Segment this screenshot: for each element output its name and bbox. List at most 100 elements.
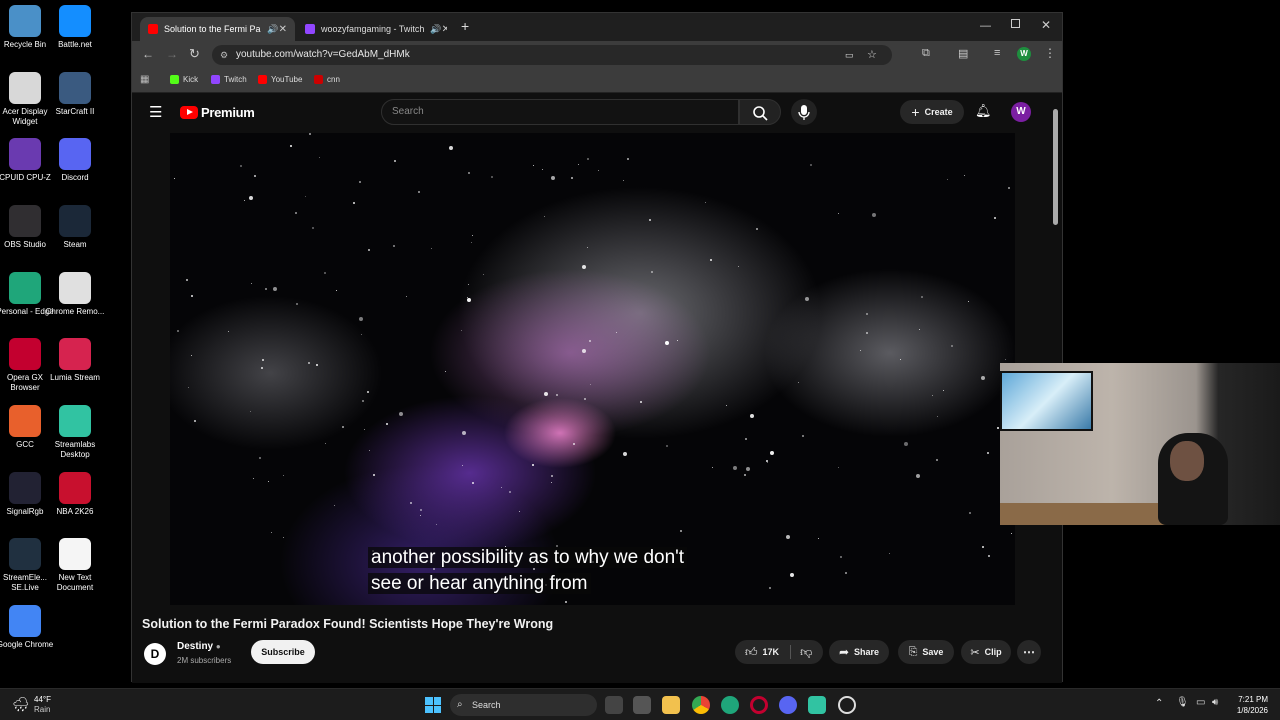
microphone-tray-icon[interactable]: 🎙︎ xyxy=(1176,697,1189,708)
close-tab-icon[interactable]: ✕ xyxy=(442,24,447,35)
streamlabs-taskbar-icon[interactable] xyxy=(808,696,826,714)
desktop-icon-label: Steam xyxy=(63,240,87,249)
desktop-icon[interactable]: Steam xyxy=(45,205,105,250)
maximize-button[interactable] xyxy=(1011,19,1020,28)
bookmark-twitch[interactable]: Twitch xyxy=(211,75,247,84)
webcam-tv xyxy=(1000,371,1093,431)
star xyxy=(1007,187,1010,190)
apps-grid-icon[interactable]: ▦ xyxy=(140,74,149,85)
desktop-icon-label: Google Chrome xyxy=(0,640,54,649)
close-window-button[interactable]: ✕ xyxy=(1041,18,1051,32)
channel-avatar[interactable]: D xyxy=(144,643,166,665)
start-button[interactable] xyxy=(425,697,441,713)
sidebar-icon[interactable]: ▤ xyxy=(958,47,968,60)
star xyxy=(190,354,192,356)
battle-net-icon xyxy=(59,5,91,37)
edge-taskbar-icon[interactable] xyxy=(721,696,739,714)
share-button[interactable]: ➦ Share xyxy=(829,640,889,664)
weather-widget[interactable]: 44°F Rain xyxy=(34,695,51,715)
like-button[interactable]: 👍︎ 17K xyxy=(745,645,779,660)
channel-name[interactable]: Destiny ● xyxy=(177,641,221,652)
star xyxy=(935,459,938,462)
obs-taskbar-icon[interactable] xyxy=(838,696,856,714)
bookmark-kick[interactable]: Kick xyxy=(170,75,198,84)
back-button[interactable]: ← xyxy=(142,47,154,61)
browser-window: Solution to the Fermi Parad 🔊 ✕ woozyfam… xyxy=(131,12,1063,683)
new-tab-button[interactable]: + xyxy=(461,18,469,34)
star xyxy=(532,463,535,466)
close-tab-icon[interactable]: ✕ xyxy=(279,24,287,35)
search-button[interactable] xyxy=(739,99,781,125)
weather-icon[interactable]: 🌧︎ xyxy=(12,696,30,713)
bookmark-youtube[interactable]: YouTube xyxy=(258,75,302,84)
tab-twitch[interactable]: woozyfamgaming - Twitch 🔊 ✕ xyxy=(297,17,447,41)
account-avatar[interactable]: W xyxy=(1011,102,1031,122)
chrome-taskbar-icon[interactable] xyxy=(692,696,710,714)
opera-gx-taskbar-icon[interactable] xyxy=(750,696,768,714)
notifications-bell-icon[interactable]: 🔔︎ xyxy=(975,103,992,119)
star xyxy=(888,552,890,554)
star xyxy=(920,295,923,298)
subscribe-button[interactable]: Subscribe xyxy=(251,640,315,664)
media-icon[interactable]: ≡ xyxy=(994,47,1000,59)
desktop-icon-label: StarCraft II xyxy=(55,107,95,116)
voice-search-button[interactable] xyxy=(791,99,817,125)
extensions-icon[interactable]: ⧉ xyxy=(922,47,930,60)
hamburger-menu-icon[interactable]: ☰ xyxy=(149,103,162,121)
star xyxy=(785,534,790,539)
save-button[interactable]: ⎘ Save xyxy=(898,640,954,664)
star xyxy=(385,423,388,426)
youtube-logo[interactable]: Premium xyxy=(180,105,255,120)
star xyxy=(186,279,189,282)
desktop-icon[interactable]: Chrome Remo... xyxy=(45,272,105,317)
clip-button[interactable]: ✂ Clip xyxy=(961,640,1011,664)
cast-icon[interactable]: ▭ xyxy=(845,45,854,65)
volume-icon[interactable]: 🔊︎ xyxy=(1212,697,1218,708)
bookmarks-bar: ▦ Kick Twitch YouTube cnn xyxy=(132,69,1062,93)
star xyxy=(755,228,758,231)
dislike-button[interactable]: 👎︎ xyxy=(800,645,812,660)
star xyxy=(305,196,307,198)
tray-overflow-icon[interactable]: ⌃ xyxy=(1155,698,1163,709)
star xyxy=(444,371,446,373)
desktop-icon[interactable]: Google Chrome xyxy=(0,605,55,650)
reload-button[interactable]: ↻ xyxy=(189,46,200,62)
more-actions-button[interactable]: ⋯ xyxy=(1017,640,1041,664)
network-icon[interactable]: ▭ xyxy=(1196,697,1205,708)
desktop-icon[interactable]: NBA 2K26 xyxy=(45,472,105,517)
star xyxy=(325,443,327,445)
star xyxy=(500,487,502,489)
site-info-icon[interactable]: ⚙ xyxy=(220,45,228,65)
file-explorer-icon[interactable] xyxy=(662,696,680,714)
search-input[interactable]: Search xyxy=(381,99,739,125)
star xyxy=(622,452,627,457)
star xyxy=(581,349,586,354)
bookmark-star-icon[interactable]: ☆ xyxy=(867,45,877,65)
desktop-icon[interactable]: Lumia Stream xyxy=(45,338,105,383)
menu-icon[interactable]: ⋮ xyxy=(1044,46,1056,60)
clock[interactable]: 7:21 PM 1/8/2026 xyxy=(1232,694,1268,716)
widgets-icon[interactable] xyxy=(633,696,651,714)
desktop-icon[interactable]: New Text Document xyxy=(45,538,105,593)
address-bar[interactable]: ⚙ youtube.com/watch?v=GedAbM_dHMk ☆ ▭ xyxy=(212,45,892,65)
tab-youtube[interactable]: Solution to the Fermi Parad 🔊 ✕ xyxy=(140,17,295,41)
desktop-icon[interactable]: Streamlabs Desktop xyxy=(45,405,105,460)
video-player[interactable]: another possibility as to why we don't s… xyxy=(170,133,1015,605)
star xyxy=(951,345,954,348)
create-button[interactable]: + Create xyxy=(900,100,964,124)
minimize-button[interactable]: — xyxy=(980,20,991,32)
new-text-document-icon xyxy=(59,538,91,570)
profile-avatar[interactable]: W xyxy=(1017,47,1031,61)
page-scrollbar[interactable] xyxy=(1053,109,1058,225)
desktop-icon[interactable]: Discord xyxy=(45,138,105,183)
taskbar-search[interactable]: ⌕ Search xyxy=(450,694,597,716)
star xyxy=(190,295,193,298)
task-view-icon[interactable] xyxy=(605,696,623,714)
forward-button[interactable]: → xyxy=(166,47,178,61)
star xyxy=(393,244,396,247)
bookmark-cnn[interactable]: cnn xyxy=(314,75,340,84)
tab-bar: Solution to the Fermi Parad 🔊 ✕ woozyfam… xyxy=(132,13,1062,41)
desktop-icon[interactable]: Battle.net xyxy=(45,5,105,50)
discord-taskbar-icon[interactable] xyxy=(779,696,797,714)
desktop-icon[interactable]: StarCraft II xyxy=(45,72,105,117)
